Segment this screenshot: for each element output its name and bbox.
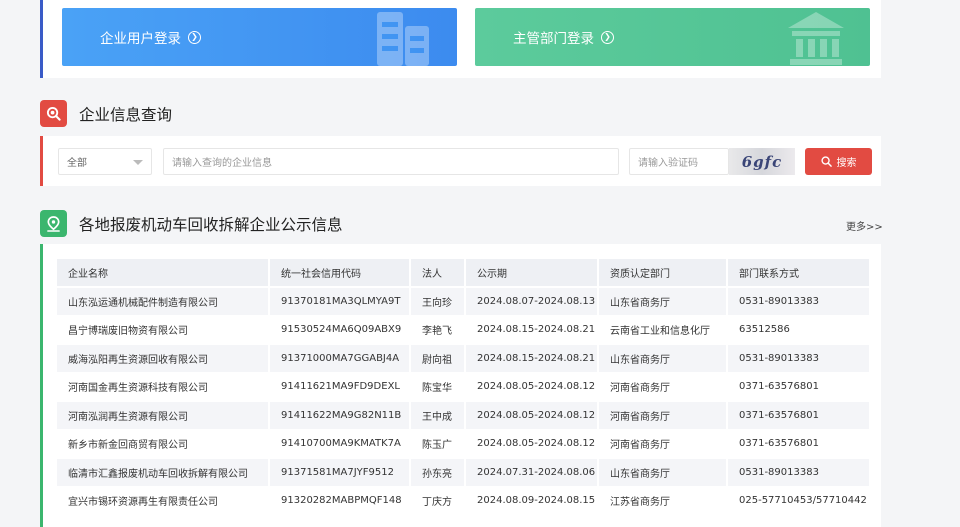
notice-period-cell: 2024.08.15-2024.08.21 — [466, 316, 599, 343]
contact-cell: 025-57710453/57710442 — [728, 487, 871, 514]
column-header: 法人 — [411, 259, 466, 286]
table-row[interactable]: 宜兴市锡环资源再生有限责任公司 91320282MABPMQF148 丁庆方 2024… — [57, 487, 871, 514]
captcha-input[interactable]: 请输入验证码 — [629, 148, 729, 175]
table-row[interactable]: 河南泓润再生资源有限公司 91411622MA9G82N11B 王中成 2024.08… — [57, 402, 871, 429]
query-section-header: 企业信息查询 — [40, 100, 172, 127]
notice-period-cell: 2024.07.31-2024.08.06 — [466, 459, 599, 486]
authority-login-button[interactable]: 主管部门登录 ❯ — [475, 8, 870, 66]
company-name-cell: 河南国金再生资源科技有限公司 — [57, 373, 270, 400]
notice-period-cell: 2024.08.05-2024.08.12 — [466, 373, 599, 400]
column-header: 资质认定部门 — [599, 259, 728, 286]
notice-period-cell: 2024.08.07-2024.08.13 — [466, 288, 599, 315]
credit-code-cell: 91530524MA6Q09ABX9 — [270, 316, 411, 343]
legal-person-cell: 丁庆方 — [411, 487, 466, 514]
legal-person-cell: 王向珍 — [411, 288, 466, 315]
contact-cell: 63512586 — [728, 316, 871, 343]
notice-section-title: 各地报废机动车回收拆解企业公示信息 — [79, 215, 343, 234]
authority-cell: 云南省工业和信息化厅 — [599, 316, 728, 343]
company-name-cell: 河南泓润再生资源有限公司 — [57, 402, 270, 429]
authority-cell: 山东省商务厅 — [599, 459, 728, 486]
table-row[interactable]: 山东泓运通机械配件制造有限公司 91370181MA3QLMYA9T 王向珍 2024… — [57, 288, 871, 315]
table-row[interactable]: 昌宁博瑞废旧物资有限公司 91530524MA6Q09ABX9 李艳飞 2024.08… — [57, 316, 871, 343]
table-row[interactable]: 威海泓阳再生资源回收有限公司 91371000MA7GGABJ4A 尉向祖 2024.… — [57, 345, 871, 372]
notice-table-panel: 企业名称 统一社会信用代码 法人 公示期 资质认定部门 部门联系方式 山东泓运通… — [40, 244, 881, 527]
contact-cell: 0531-89013383 — [728, 345, 871, 372]
company-name-cell: 威海泓阳再生资源回收有限公司 — [57, 345, 270, 372]
search-button[interactable]: 搜索 — [805, 148, 872, 175]
credit-code-cell: 91411622MA9G82N11B — [270, 402, 411, 429]
enterprise-search-input[interactable]: 请输入查询的企业信息 — [163, 148, 619, 175]
arrow-right-icon: ❯ — [601, 30, 614, 44]
table-header-row: 企业名称 统一社会信用代码 法人 公示期 资质认定部门 部门联系方式 — [57, 259, 871, 286]
legal-person-cell: 王中成 — [411, 402, 466, 429]
caret-down-icon — [133, 160, 143, 165]
legal-person-cell: 尉向祖 — [411, 345, 466, 372]
authority-cell: 河南省商务厅 — [599, 402, 728, 429]
column-header: 企业名称 — [57, 259, 270, 286]
legal-person-cell: 陈玉广 — [411, 430, 466, 457]
notice-period-cell: 2024.08.05-2024.08.12 — [466, 430, 599, 457]
credit-code-cell: 91410700MA9KMATK7A — [270, 430, 411, 457]
credit-code-cell: 91371581MA7JYF9512 — [270, 459, 411, 486]
notice-period-cell: 2024.08.15-2024.08.21 — [466, 345, 599, 372]
more-link[interactable]: 更多>> — [846, 218, 883, 233]
contact-cell: 0531-89013383 — [728, 288, 871, 315]
credit-code-cell: 91370181MA3QLMYA9T — [270, 288, 411, 315]
legal-person-cell: 孙东亮 — [411, 459, 466, 486]
company-name-cell: 昌宁博瑞废旧物资有限公司 — [57, 316, 270, 343]
contact-cell: 0371-63576801 — [728, 430, 871, 457]
enterprise-search-placeholder: 请输入查询的企业信息 — [172, 158, 272, 169]
credit-code-cell: 91320282MABPMQF148 — [270, 487, 411, 514]
credit-code-cell: 91411621MA9FD9DEXL — [270, 373, 411, 400]
category-select[interactable]: 全部 — [58, 148, 152, 175]
table-row[interactable]: 临清市汇鑫报废机动车回收拆解有限公司 91371581MA7JYF9512 孙东亮 2… — [57, 459, 871, 486]
contact-cell: 0531-89013383 — [728, 459, 871, 486]
captcha-image[interactable]: 6gfc — [729, 148, 795, 175]
contact-cell: 0371-63576801 — [728, 373, 871, 400]
credit-code-cell: 91371000MA7GGABJ4A — [270, 345, 411, 372]
company-name-cell: 新乡市新金回商贸有限公司 — [57, 430, 270, 457]
legal-person-cell: 李艳飞 — [411, 316, 466, 343]
notice-period-cell: 2024.08.09-2024.08.15 — [466, 487, 599, 514]
search-section-icon — [40, 100, 67, 127]
authority-cell: 山东省商务厅 — [599, 288, 728, 315]
authority-cell: 山东省商务厅 — [599, 345, 728, 372]
legal-person-cell: 陈宝华 — [411, 373, 466, 400]
query-section-title: 企业信息查询 — [79, 105, 173, 124]
contact-cell: 0371-63576801 — [728, 402, 871, 429]
notice-period-cell: 2024.08.05-2024.08.12 — [466, 402, 599, 429]
notice-table: 企业名称 统一社会信用代码 法人 公示期 资质认定部门 部门联系方式 山东泓运通… — [57, 257, 871, 516]
column-header: 统一社会信用代码 — [270, 259, 411, 286]
company-name-cell: 临清市汇鑫报废机动车回收拆解有限公司 — [57, 459, 270, 486]
company-name-cell: 山东泓运通机械配件制造有限公司 — [57, 288, 270, 315]
location-pin-icon — [40, 210, 67, 237]
authority-cell: 河南省商务厅 — [599, 373, 728, 400]
search-bar: 全部 请输入查询的企业信息 请输入验证码 6gfc 搜索 — [40, 136, 881, 186]
captcha-text: 6gfc — [741, 152, 783, 171]
company-name-cell: 宜兴市锡环资源再生有限责任公司 — [57, 487, 270, 514]
authority-login-label: 主管部门登录 — [513, 31, 594, 47]
authority-cell: 河南省商务厅 — [599, 430, 728, 457]
table-row[interactable]: 河南国金再生资源科技有限公司 91411621MA9FD9DEXL 陈宝华 2024.… — [57, 373, 871, 400]
column-header: 部门联系方式 — [728, 259, 871, 286]
search-button-label: 搜索 — [836, 158, 857, 169]
building-icon — [377, 12, 429, 66]
login-panel: 企业用户登录 ❯ 主管部门登录 ❯ — [40, 0, 881, 78]
notice-section-header: 各地报废机动车回收拆解企业公示信息 — [40, 210, 343, 237]
arrow-right-icon: ❯ — [188, 30, 201, 44]
enterprise-login-label: 企业用户登录 — [100, 31, 181, 47]
column-header: 公示期 — [466, 259, 599, 286]
table-row[interactable]: 新乡市新金回商贸有限公司 91410700MA9KMATK7A 陈玉广 2024.08… — [57, 430, 871, 457]
government-building-icon — [788, 12, 844, 65]
authority-cell: 江苏省商务厅 — [599, 487, 728, 514]
search-icon — [820, 156, 832, 167]
enterprise-login-button[interactable]: 企业用户登录 ❯ — [62, 8, 457, 66]
captcha-placeholder: 请输入验证码 — [638, 158, 698, 169]
category-select-value: 全部 — [67, 158, 87, 169]
